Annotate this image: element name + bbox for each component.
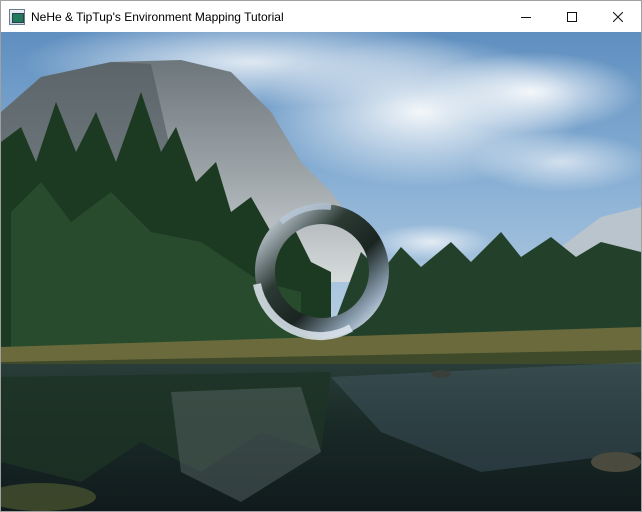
window-title: NeHe & TipTup's Environment Mapping Tuto… — [31, 9, 284, 24]
app-window: NeHe & TipTup's Environment Mapping Tuto… — [0, 0, 642, 512]
maximize-icon — [567, 11, 577, 22]
app-window-icon[interactable] — [9, 8, 25, 25]
minimize-icon — [521, 16, 531, 18]
environment-scene — [1, 32, 641, 511]
minimize-button[interactable] — [503, 1, 549, 32]
rock — [431, 370, 451, 378]
close-button[interactable] — [595, 1, 641, 32]
cloud — [371, 224, 491, 260]
opengl-viewport[interactable] — [1, 32, 641, 511]
close-icon — [613, 11, 623, 22]
title-bar[interactable]: NeHe & TipTup's Environment Mapping Tuto… — [1, 1, 641, 32]
maximize-button[interactable] — [549, 1, 595, 32]
rock — [591, 452, 641, 472]
caption-buttons — [503, 1, 641, 32]
